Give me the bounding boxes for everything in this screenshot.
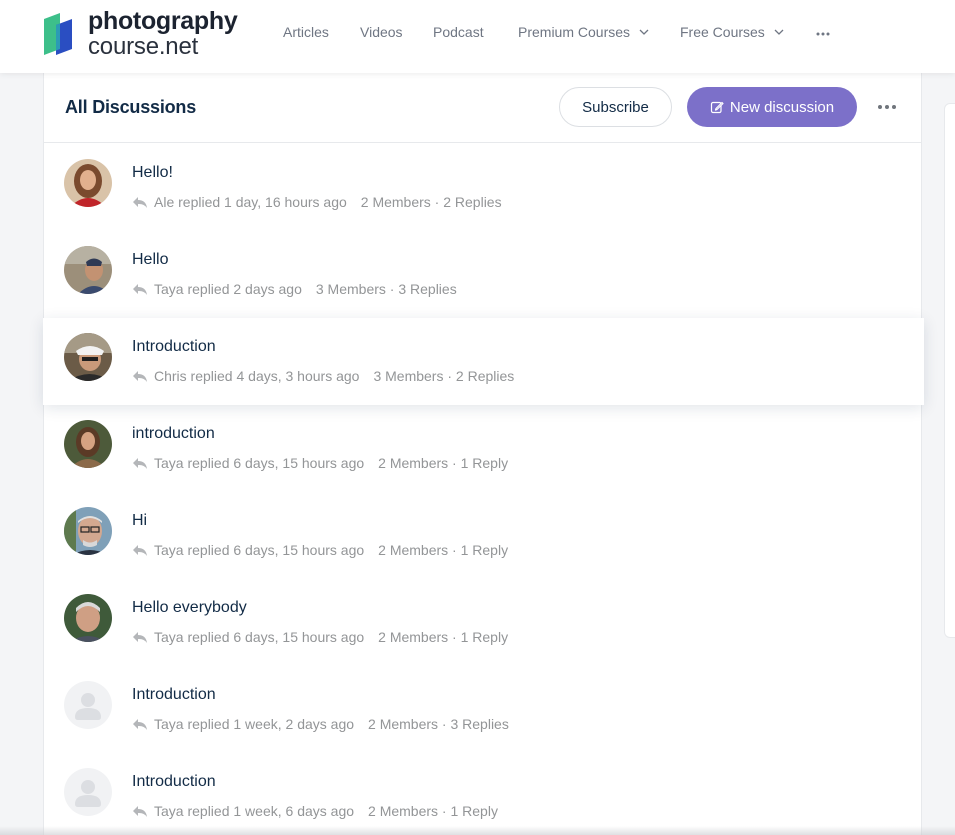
discussion-meta: Chris replied 4 days, 3 hours ago 3 Memb… [132,368,514,384]
nav-more-button[interactable] [816,23,830,41]
more-dots-icon [878,105,896,109]
reply-icon [133,371,147,382]
discussion-stats: 2 Members · 3 Replies [368,716,509,732]
logo-text-course: course.net [88,33,199,60]
chevron-down-icon [639,29,649,35]
discussions-card: All Discussions Subscribe New discussion [43,73,924,835]
more-dots-icon [816,32,830,36]
discussion-meta: Taya replied 1 week, 2 days ago 2 Member… [132,716,509,732]
nav-videos[interactable]: Videos [360,24,433,40]
discussion-title[interactable]: Introduction [132,686,216,704]
discussion-stats: 2 Members · 2 Replies [360,194,502,210]
nav-podcast[interactable]: Podcast [433,24,518,40]
new-discussion-button[interactable]: New discussion [687,87,857,127]
logo-text-photography: photography [88,7,238,35]
default-avatar-icon[interactable] [64,681,112,729]
logo-mark-icon [42,11,74,57]
discussion-row[interactable]: Introduction Chris replied 4 days, 3 hou… [43,318,924,405]
new-discussion-label: New discussion [729,98,835,116]
discussion-meta: Taya replied 6 days, 15 hours ago 2 Memb… [132,629,508,645]
discussion-last-reply: Taya replied 6 days, 15 hours ago [154,629,365,645]
discussion-row[interactable]: Hello everybody Taya replied 6 days, 15 … [44,579,921,666]
nav-podcast-label: Podcast [433,24,484,40]
site-header: photography course.net Articles Videos P… [0,0,955,73]
avatar[interactable] [64,333,112,381]
discussion-title[interactable]: introduction [132,425,215,443]
subscribe-button[interactable]: Subscribe [559,87,672,127]
discussion-row[interactable]: Hi Taya replied 6 days, 15 hours ago 2 M… [44,492,921,579]
avatar[interactable] [64,594,112,642]
discussion-title[interactable]: Introduction [132,773,216,791]
nav-articles-label: Articles [283,24,329,40]
nav-free-courses[interactable]: Free Courses [680,24,816,40]
nav-articles[interactable]: Articles [283,24,360,40]
reply-icon [133,719,147,730]
discussion-title[interactable]: Hi [132,512,147,530]
discussion-last-reply: Taya replied 2 days ago [154,281,302,297]
discussion-meta: Taya replied 6 days, 15 hours ago 2 Memb… [132,455,508,471]
reply-icon [133,458,147,469]
reply-icon [133,545,147,556]
discussion-last-reply: Chris replied 4 days, 3 hours ago [154,368,360,384]
edit-icon [710,101,724,114]
discussion-last-reply: Taya replied 6 days, 15 hours ago [154,455,365,471]
scroll-fade [0,826,955,835]
discussion-last-reply: Taya replied 6 days, 15 hours ago [154,542,365,558]
avatar[interactable] [64,507,112,555]
discussion-stats: 3 Members · 3 Replies [315,281,457,297]
discussion-meta: Taya replied 6 days, 15 hours ago 2 Memb… [132,542,508,558]
sidebar-panel [944,103,955,638]
main-nav: Articles Videos Podcast Premium Courses … [283,0,830,64]
reply-icon [133,806,147,817]
reply-icon [133,632,147,643]
discussion-title[interactable]: Hello everybody [132,599,247,617]
avatar[interactable] [64,159,112,207]
discussion-title[interactable]: Hello! [132,164,173,182]
discussion-last-reply: Taya replied 1 week, 2 days ago [154,716,355,732]
nav-premium-courses-label: Premium Courses [518,24,631,40]
discussion-row[interactable]: Introduction Taya replied 1 week, 2 days… [44,666,921,753]
site-logo[interactable]: photography course.net [42,7,247,60]
discussion-meta: Taya replied 1 week, 6 days ago 2 Member… [132,803,498,819]
discussion-last-reply: Ale replied 1 day, 16 hours ago [154,194,347,210]
discussion-row[interactable]: Introduction Taya replied 1 week, 6 days… [44,753,921,835]
discussion-meta: Taya replied 2 days ago 3 Members · 3 Re… [132,281,457,297]
nav-free-courses-label: Free Courses [680,24,765,40]
chevron-down-icon [774,29,784,35]
discussions-more-button[interactable] [875,100,899,114]
avatar[interactable] [64,420,112,468]
nav-videos-label: Videos [360,24,403,40]
page-title: All Discussions [65,97,197,117]
discussion-meta: Ale replied 1 day, 16 hours ago 2 Member… [132,194,502,210]
discussion-title[interactable]: Introduction [132,338,216,356]
discussion-row[interactable]: Hello! Ale replied 1 day, 16 hours ago 2… [44,144,921,231]
default-avatar-icon[interactable] [64,768,112,816]
discussion-stats: 3 Members · 2 Replies [373,368,515,384]
discussion-stats: 2 Members · 1 Reply [378,455,509,471]
nav-premium-courses[interactable]: Premium Courses [518,24,680,40]
discussion-last-reply: Taya replied 1 week, 6 days ago [154,803,355,819]
discussion-row[interactable]: Hello Taya replied 2 days ago 3 Members … [44,231,921,318]
discussion-stats: 2 Members · 1 Reply [378,542,509,558]
discussion-title[interactable]: Hello [132,251,168,269]
discussions-header: All Discussions Subscribe New discussion [44,73,921,143]
reply-icon [133,197,147,208]
reply-icon [133,284,147,295]
discussion-stats: 2 Members · 1 Reply [368,803,498,819]
discussion-row[interactable]: introduction Taya replied 6 days, 15 hou… [44,405,921,492]
discussion-stats: 2 Members · 1 Reply [378,629,509,645]
avatar[interactable] [64,246,112,294]
discussion-list: Hello! Ale replied 1 day, 16 hours ago 2… [43,144,924,835]
